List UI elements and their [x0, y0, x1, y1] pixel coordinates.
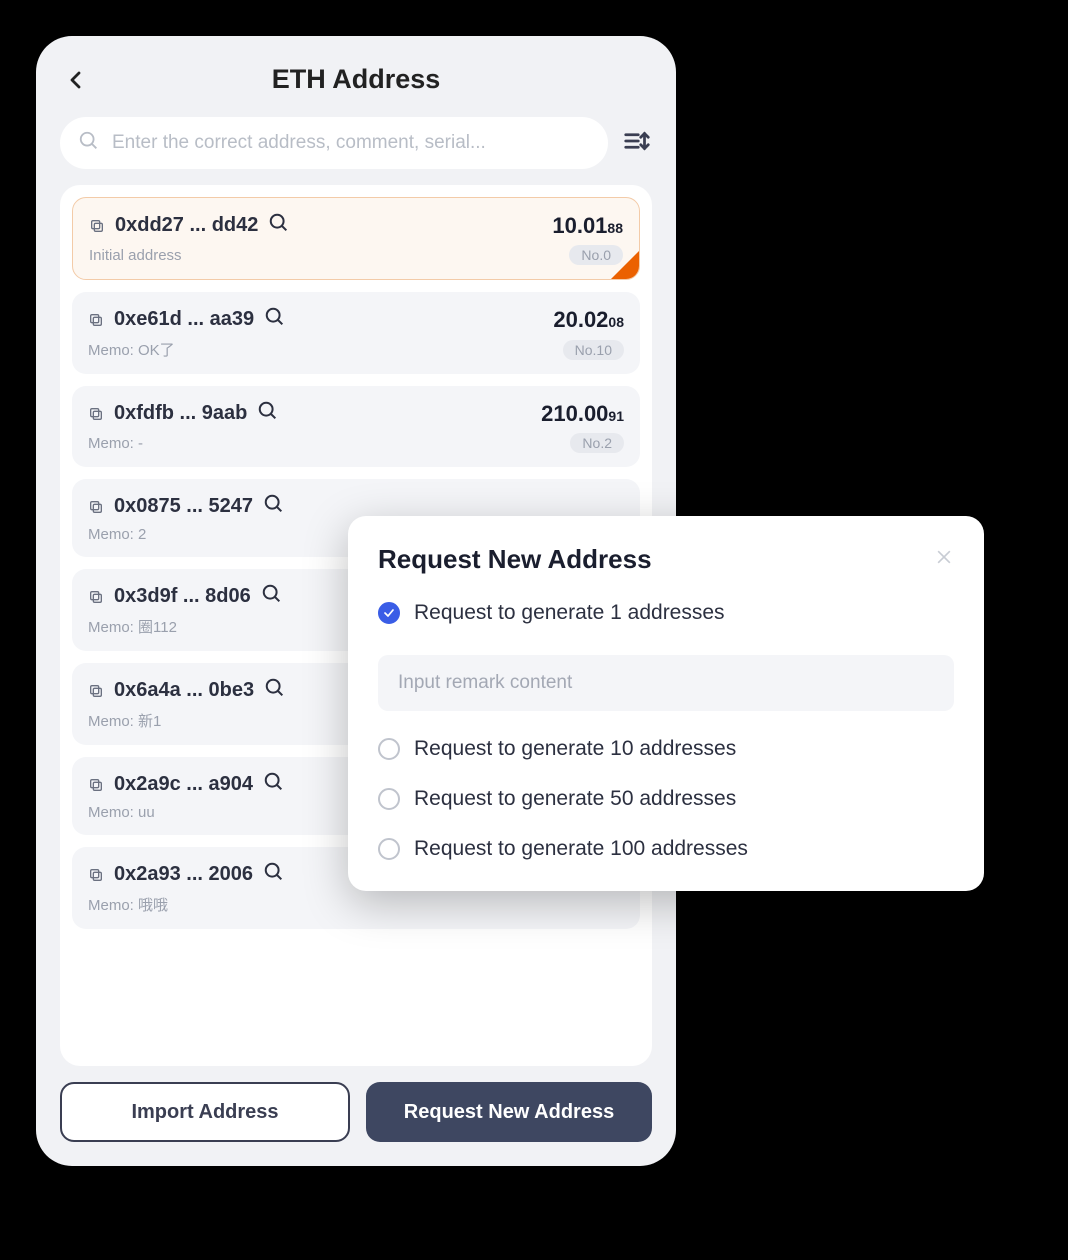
remark-input-wrap[interactable] — [378, 655, 954, 711]
search-input[interactable] — [112, 132, 590, 154]
address-card[interactable]: 0xe61d ... aa39 20.0208 Memo: OK了 No.10 — [72, 292, 640, 374]
copy-icon[interactable] — [88, 683, 104, 699]
lookup-icon[interactable] — [264, 677, 286, 704]
radio-icon[interactable] — [378, 602, 400, 624]
lookup-icon[interactable] — [257, 400, 279, 427]
address-memo: Memo: - — [88, 435, 143, 452]
page-title: ETH Address — [64, 64, 648, 95]
address-memo: Memo: OK了 — [88, 339, 175, 360]
close-icon[interactable] — [934, 547, 954, 572]
search-row — [36, 107, 676, 177]
sort-button[interactable] — [622, 126, 652, 161]
copy-icon[interactable] — [88, 777, 104, 793]
generate-option[interactable]: Request to generate 10 addresses — [378, 737, 954, 761]
address-memo: Memo: uu — [88, 804, 155, 821]
lookup-icon[interactable] — [263, 771, 285, 798]
copy-icon[interactable] — [89, 218, 105, 234]
address-text: 0x3d9f ... 8d06 — [114, 585, 251, 608]
import-address-button[interactable]: Import Address — [60, 1082, 350, 1142]
copy-icon[interactable] — [88, 312, 104, 328]
address-text: 0xfdfb ... 9aab — [114, 402, 247, 425]
search-icon — [78, 130, 100, 157]
lookup-icon[interactable] — [264, 306, 286, 333]
modal-header: Request New Address — [378, 544, 954, 575]
remark-input[interactable] — [398, 672, 934, 694]
modal-options: Request to generate 1 addresses Request t… — [378, 601, 954, 861]
generate-option[interactable]: Request to generate 100 addresses — [378, 837, 954, 861]
address-text: 0x6a4a ... 0be3 — [114, 679, 254, 702]
address-index-badge: No.2 — [570, 433, 624, 453]
lookup-icon[interactable] — [261, 583, 283, 610]
request-address-modal: Request New Address Request to generate … — [348, 516, 984, 891]
copy-icon[interactable] — [88, 589, 104, 605]
modal-title: Request New Address — [378, 544, 652, 575]
app-header: ETH Address — [36, 36, 676, 107]
address-text: 0x0875 ... 5247 — [114, 495, 253, 518]
radio-icon[interactable] — [378, 788, 400, 810]
generate-option[interactable]: Request to generate 1 addresses — [378, 601, 954, 625]
address-balance: 10.0188 — [552, 213, 623, 239]
option-label: Request to generate 1 addresses — [414, 601, 725, 625]
lookup-icon[interactable] — [263, 493, 285, 520]
address-memo: Memo: 2 — [88, 526, 146, 543]
address-text: 0x2a93 ... 2006 — [114, 863, 253, 886]
address-memo: Memo: 新1 — [88, 710, 161, 731]
address-memo: Memo: 圈112 — [88, 616, 177, 637]
address-text: 0xdd27 ... dd42 — [115, 214, 258, 237]
address-balance: 210.0091 — [541, 401, 624, 427]
address-memo: Memo: 哦哦 — [88, 894, 168, 915]
copy-icon[interactable] — [88, 867, 104, 883]
address-text: 0xe61d ... aa39 — [114, 308, 254, 331]
search-box[interactable] — [60, 117, 608, 169]
lookup-icon[interactable] — [268, 212, 290, 239]
option-label: Request to generate 100 addresses — [414, 837, 748, 861]
lookup-icon[interactable] — [263, 861, 285, 888]
footer-buttons: Import Address Request New Address — [36, 1066, 676, 1166]
copy-icon[interactable] — [88, 406, 104, 422]
address-balance: 20.0208 — [553, 307, 624, 333]
generate-option[interactable]: Request to generate 50 addresses — [378, 787, 954, 811]
request-new-address-button[interactable]: Request New Address — [366, 1082, 652, 1142]
address-index-badge: No.10 — [563, 340, 624, 360]
radio-icon[interactable] — [378, 838, 400, 860]
option-label: Request to generate 10 addresses — [414, 737, 736, 761]
radio-icon[interactable] — [378, 738, 400, 760]
address-memo: Initial address — [89, 247, 182, 264]
address-card[interactable]: 0xfdfb ... 9aab 210.0091 Memo: - No.2 — [72, 386, 640, 467]
copy-icon[interactable] — [88, 499, 104, 515]
selected-flag-icon — [611, 251, 639, 279]
address-text: 0x2a9c ... a904 — [114, 773, 253, 796]
option-label: Request to generate 50 addresses — [414, 787, 736, 811]
address-card[interactable]: 0xdd27 ... dd4210.0188Initial addressNo.… — [72, 197, 640, 280]
